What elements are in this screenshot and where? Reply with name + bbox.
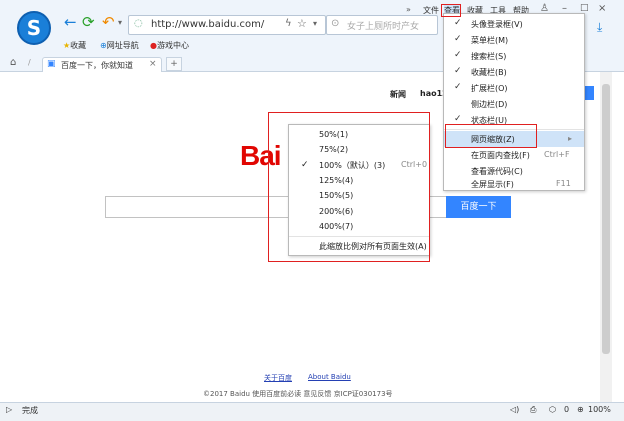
menu-item-label: 头像登录框(V): [471, 20, 523, 29]
search-engine-icon: ⊙: [331, 18, 340, 29]
menu-item-label: 查看源代码(C): [471, 167, 523, 176]
new-tab-button[interactable]: +: [166, 57, 182, 71]
menu-item-label: 菜单栏(M): [471, 36, 509, 45]
globe-icon: ⊕: [100, 41, 107, 50]
search-placeholder: 女子上厕所时产女: [347, 22, 420, 32]
sidebar-toggle-icon[interactable]: ▷: [6, 405, 12, 414]
menu-item-shortcut: Ctrl+F: [544, 150, 570, 159]
check-icon: ✓: [454, 66, 462, 76]
close-window-icon[interactable]: ×: [598, 3, 606, 14]
close-icon[interactable]: ×: [149, 59, 157, 69]
search-input[interactable]: ⊙ 女子上厕所时产女: [326, 15, 438, 35]
refresh-icon[interactable]: ⟳: [82, 13, 95, 31]
highlight-box-page-zoom: [445, 124, 537, 148]
tab-favicon-icon: ▣: [47, 59, 56, 69]
check-icon: ✓: [454, 50, 462, 60]
divider: /: [28, 58, 31, 67]
tab-baidu[interactable]: ▣ 百度一下，你就知道 ×: [42, 57, 162, 72]
check-icon: ✓: [454, 114, 462, 124]
copyright-text: ©2017 Baidu 使用百度前必读 意见反馈 京ICP证030173号: [203, 390, 393, 398]
shield-status-icon[interactable]: ⬡: [549, 405, 556, 414]
star-icon[interactable]: ☆: [297, 17, 307, 30]
bookmark-favorites[interactable]: ★收藏: [63, 40, 86, 51]
bookmark-label: 游戏中心: [156, 41, 189, 50]
chevron-down-icon[interactable]: ▾: [118, 18, 122, 27]
bookmark-label: 收藏: [70, 41, 87, 50]
scrollbar-thumb[interactable]: [602, 84, 610, 354]
check-icon: ✓: [454, 18, 462, 28]
highlight-box-view-menu: [441, 4, 461, 17]
speaker-icon[interactable]: ◁): [510, 405, 519, 414]
menu-item-label: 全屏显示(F): [471, 180, 514, 189]
zoom-level[interactable]: 100%: [588, 405, 611, 414]
lightning-icon[interactable]: ϟ: [285, 18, 292, 29]
bookmark-label: 网址导航: [106, 41, 139, 50]
menu-item-label: 侧边栏(D): [471, 100, 508, 109]
menu-item-shortcut: F11: [556, 179, 571, 188]
url-text: http://www.baidu.com/: [151, 19, 265, 30]
bookmark-nav[interactable]: ⊕网址导航: [100, 40, 139, 51]
back-icon[interactable]: ←: [64, 13, 77, 31]
print-icon[interactable]: ⎙: [530, 405, 536, 415]
highlight-box-zoom-submenu: [268, 112, 430, 262]
menu-item-extbar[interactable]: ✓ 扩展栏(O): [444, 80, 584, 96]
check-icon: ✓: [454, 82, 462, 92]
chevron-down-icon[interactable]: ▾: [313, 19, 317, 28]
tab-title: 百度一下，你就知道: [61, 61, 133, 70]
menu-item-label: 在页面内查找(F): [471, 151, 530, 160]
menu-item-fullscreen[interactable]: 全屏显示(F) F11: [444, 179, 584, 189]
zoom-icon[interactable]: ⊕: [577, 405, 584, 414]
check-icon: ✓: [454, 34, 462, 44]
submenu-arrow-icon: ▸: [568, 134, 573, 143]
shield-icon: ◌: [134, 18, 143, 29]
bookmark-games[interactable]: ●游戏中心: [150, 40, 189, 51]
menu-item-label: 收藏栏(B): [471, 68, 507, 77]
view-menu: ✓ 头像登录框(V) ✓ 菜单栏(M) ✓ 搜索栏(S) ✓ 收藏栏(B) ✓ 扩展栏(O…: [443, 13, 585, 191]
menu-item-sidebar[interactable]: 侧边栏(D): [444, 96, 584, 112]
menu-item-label: 扩展栏(O): [471, 84, 508, 93]
menu-item-view-source[interactable]: 查看源代码(C): [444, 163, 584, 179]
menu-item-label: 搜索栏(S): [471, 52, 507, 61]
baidu-search-button[interactable]: 百度一下: [446, 196, 511, 218]
game-icon: ●: [150, 41, 157, 50]
menu-file[interactable]: 文件: [423, 5, 439, 16]
menu-item-favbar[interactable]: ✓ 收藏栏(B): [444, 64, 584, 80]
download-count[interactable]: 0: [564, 405, 569, 414]
menu-item-avatar-login[interactable]: ✓ 头像登录框(V): [444, 16, 584, 32]
menu-item-menubar[interactable]: ✓ 菜单栏(M): [444, 32, 584, 48]
address-bar[interactable]: ◌ http://www.baidu.com/ ϟ ☆ ▾: [128, 15, 326, 35]
link-about-baidu-en[interactable]: About Baidu: [308, 373, 351, 381]
menu-item-find[interactable]: 在页面内查找(F) Ctrl+F: [444, 147, 584, 163]
more-icon[interactable]: »: [406, 5, 411, 14]
menu-item-searchbar[interactable]: ✓ 搜索栏(S): [444, 48, 584, 64]
maximize-icon[interactable]: □: [580, 3, 589, 13]
home-icon[interactable]: ⌂: [10, 57, 16, 68]
undo-icon[interactable]: ↶: [102, 13, 115, 31]
link-news[interactable]: 新闻: [390, 89, 406, 100]
download-icon[interactable]: ⤓: [597, 20, 602, 35]
status-text: 完成: [22, 406, 38, 415]
browser-logo: S: [17, 11, 51, 45]
link-about-baidu[interactable]: 关于百度: [264, 373, 292, 383]
